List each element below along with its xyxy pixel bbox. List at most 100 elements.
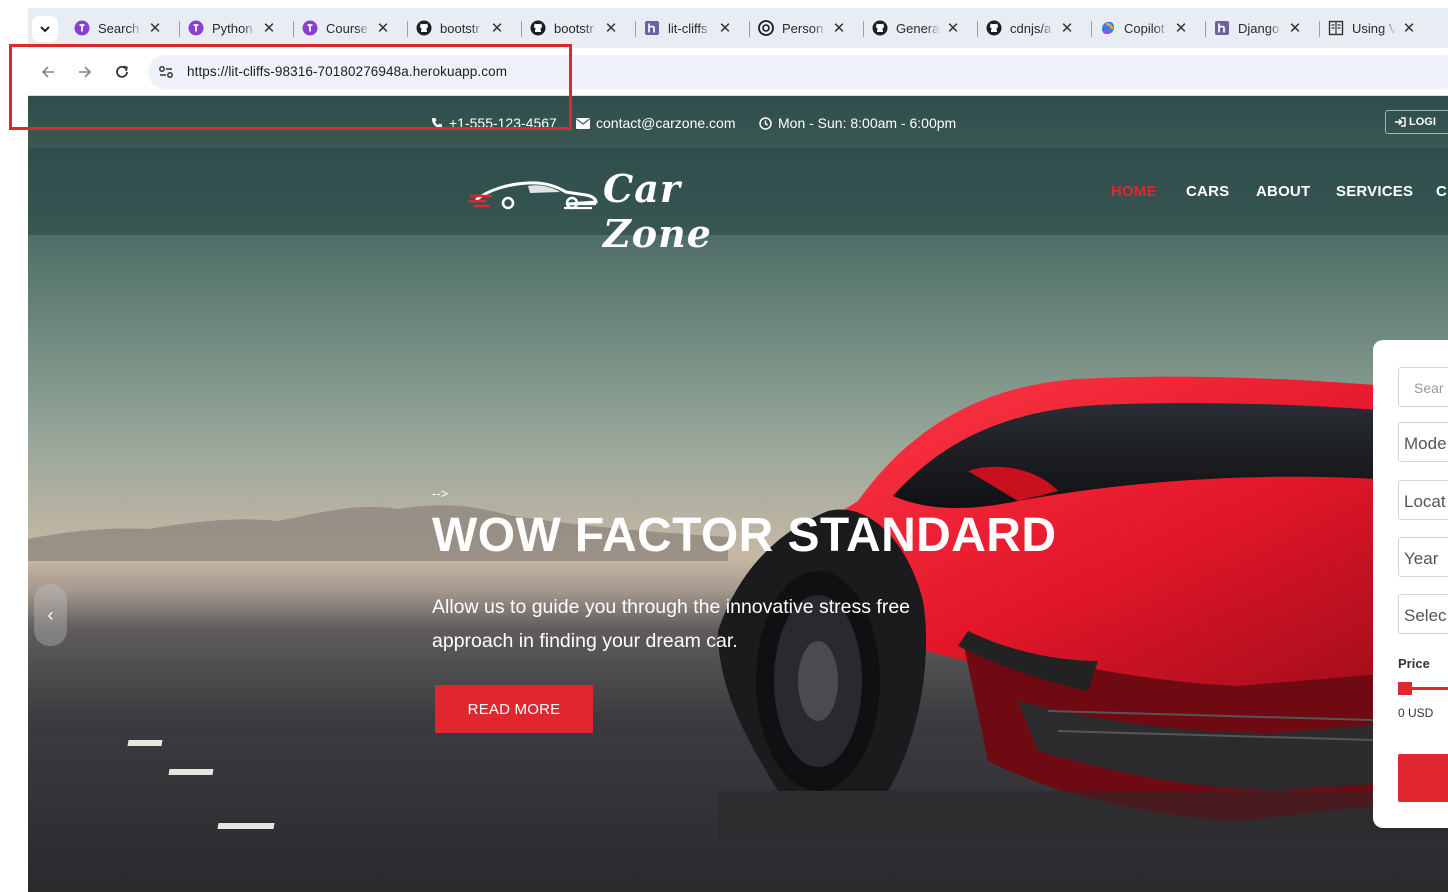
model-select[interactable]: Mode	[1398, 422, 1448, 462]
custom-purple-icon	[302, 20, 318, 36]
tab-separator	[863, 21, 864, 37]
browser-tab[interactable]: Person ✕	[758, 16, 846, 40]
hours-info: Mon - Sun: 8:00am - 6:00pm	[759, 115, 956, 131]
option-select[interactable]: Selec	[1398, 594, 1448, 634]
carzone-logo[interactable]: Car Zone	[468, 164, 778, 256]
road-marking	[168, 769, 214, 775]
car-logo-icon	[468, 181, 598, 210]
tab-separator	[407, 21, 408, 37]
tab-close-icon[interactable]: ✕	[262, 19, 276, 37]
tab-close-icon[interactable]: ✕	[1174, 19, 1188, 37]
tab-close-icon[interactable]: ✕	[490, 19, 504, 37]
hero-title: WOW FACTOR STANDARD	[432, 509, 1057, 562]
github-icon	[416, 20, 432, 36]
tab-close-icon[interactable]: ✕	[148, 19, 162, 37]
tab-separator	[521, 21, 522, 37]
chevron-left-icon: ‹	[47, 604, 54, 625]
browser-tab[interactable]: General ✕	[872, 16, 960, 40]
logo-text: Car Zone	[603, 166, 712, 256]
stray-comment-text: -->	[432, 486, 449, 501]
nav-link-cars[interactable]: CARS	[1186, 183, 1229, 200]
document-icon	[1328, 20, 1344, 36]
tab-title: General	[896, 20, 940, 36]
highlight-annotation	[9, 44, 572, 130]
price-label: Price	[1398, 656, 1430, 671]
browser-tab[interactable]: lit-cliffs ✕	[644, 16, 732, 40]
car-search-panel: Sear Mode Locat Year Selec Price 0 USD	[1373, 340, 1448, 828]
heroku-icon	[1214, 20, 1230, 36]
road-marking	[127, 740, 163, 746]
tab-title: Django	[1238, 20, 1280, 36]
copilot-icon	[1100, 20, 1116, 36]
tab-close-icon[interactable]: ✕	[832, 19, 846, 37]
browser-tab[interactable]: Django ✕	[1214, 16, 1302, 40]
login-label: LOGI	[1409, 116, 1436, 128]
tab-close-icon[interactable]: ✕	[604, 19, 618, 37]
tab-title: lit-cliffs	[668, 20, 708, 36]
browser-tab[interactable]: Python ✕	[188, 16, 276, 40]
browser-tab[interactable]: bootstr ✕	[416, 16, 504, 40]
browser-tab[interactable]: Using V ✕	[1328, 16, 1416, 40]
nav-link-services[interactable]: SERVICES	[1336, 183, 1413, 200]
tab-search-button[interactable]	[32, 16, 58, 42]
browser-tab[interactable]: Search ✕	[74, 16, 162, 40]
tab-separator	[1319, 21, 1320, 37]
tab-title: Course	[326, 20, 368, 36]
tab-separator	[635, 21, 636, 37]
tab-close-icon[interactable]: ✕	[376, 19, 390, 37]
tab-title: Using V	[1352, 20, 1396, 36]
nav-link-home[interactable]: HOME	[1111, 183, 1157, 200]
nav-link-c[interactable]: C	[1436, 183, 1447, 200]
carousel-prev-button[interactable]: ‹	[34, 584, 67, 646]
tab-close-icon[interactable]: ✕	[1402, 19, 1416, 37]
year-select[interactable]: Year	[1398, 537, 1448, 577]
sign-in-icon	[1395, 117, 1406, 127]
browser-window: Search ✕ Python ✕ Course ✕ bootstr ✕ bootstr ✕ lit…	[0, 0, 1448, 892]
tab-title: bootstr	[440, 20, 480, 36]
clock-icon	[759, 116, 772, 130]
custom-purple-icon	[188, 20, 204, 36]
tab-title: Search	[98, 20, 140, 36]
github-icon	[872, 20, 888, 36]
tab-close-icon[interactable]: ✕	[1288, 19, 1302, 37]
tab-separator	[1205, 21, 1206, 37]
tab-title: Copilot	[1124, 20, 1165, 36]
email-info: contact@carzone.com	[576, 115, 736, 131]
browser-tab[interactable]: Course ✕	[302, 16, 390, 40]
search-submit-button[interactable]	[1398, 754, 1448, 802]
chevron-down-icon	[40, 26, 50, 33]
github-icon	[986, 20, 1002, 36]
tab-close-icon[interactable]: ✕	[946, 19, 960, 37]
road-marking	[217, 823, 275, 829]
price-min-value: 0 USD	[1398, 706, 1434, 720]
tab-title: Person	[782, 20, 824, 36]
login-button[interactable]: LOGI	[1385, 110, 1448, 134]
hero-description: Allow us to guide you through the innova…	[432, 596, 911, 652]
browser-tab[interactable]: Copilot ✕	[1100, 16, 1188, 40]
tab-title: bootstr	[554, 20, 594, 36]
tab-separator	[179, 21, 180, 37]
browser-tab[interactable]: bootstr ✕	[530, 16, 618, 40]
tab-title: Python	[212, 20, 253, 36]
github-icon	[530, 20, 546, 36]
location-select[interactable]: Locat	[1398, 480, 1448, 520]
tab-separator	[749, 21, 750, 37]
tab-strip: Search ✕ Python ✕ Course ✕ bootstr ✕ bootstr ✕ lit…	[28, 8, 1448, 48]
email-address[interactable]: contact@carzone.com	[596, 115, 736, 131]
tab-title: cdnjs/a	[1010, 20, 1052, 36]
tab-close-icon[interactable]: ✕	[718, 19, 732, 37]
tab-close-icon[interactable]: ✕	[1060, 19, 1074, 37]
nav-link-about[interactable]: ABOUT	[1256, 183, 1310, 200]
read-more-button[interactable]: READ MORE	[435, 685, 593, 733]
custom-purple-icon	[74, 20, 90, 36]
web-page: +1-555-123-4567 contact@carzone.com Mon …	[28, 96, 1448, 892]
tab-separator	[293, 21, 294, 37]
browser-tab[interactable]: cdnjs/a ✕	[986, 16, 1074, 40]
openai-icon	[758, 20, 774, 36]
envelope-icon	[576, 117, 590, 129]
tab-separator	[1091, 21, 1092, 37]
price-slider-handle[interactable]	[1398, 682, 1412, 695]
keyword-search-input[interactable]: Sear	[1398, 367, 1448, 407]
business-hours: Mon - Sun: 8:00am - 6:00pm	[778, 115, 957, 131]
heroku-icon	[644, 20, 660, 36]
